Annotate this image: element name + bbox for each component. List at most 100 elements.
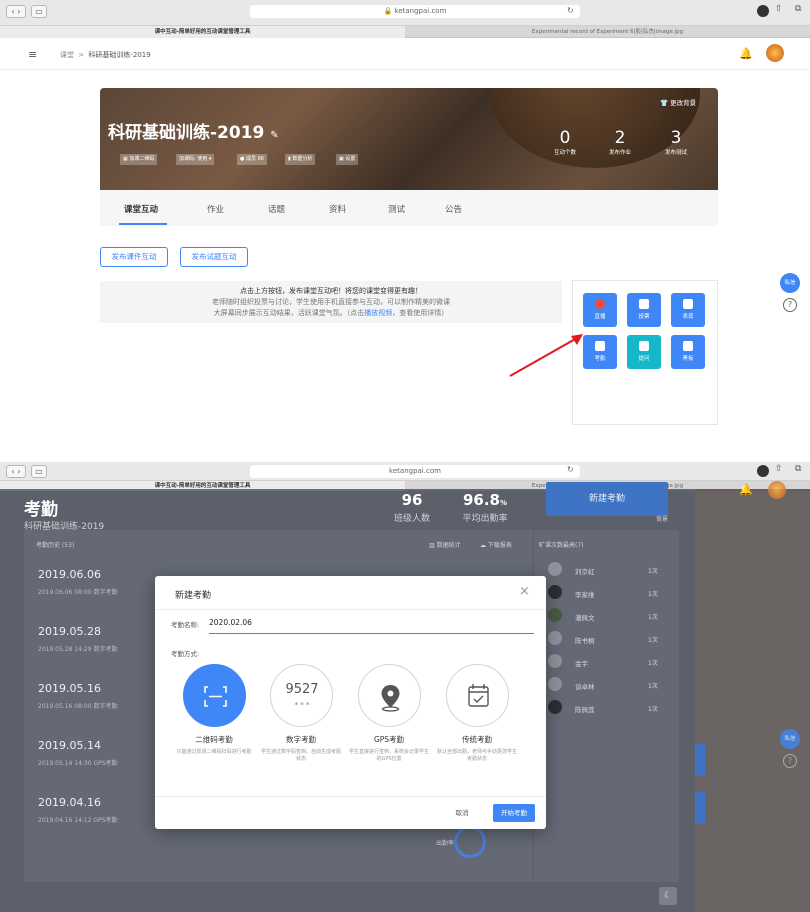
tool-blackboard[interactable]: 黑板 — [671, 335, 705, 369]
share-icon-2[interactable]: ⇧ — [775, 464, 783, 474]
dialog-title: 新建考勤 — [175, 591, 212, 601]
menu-icon[interactable]: ≡ — [28, 48, 37, 61]
tabs-icon[interactable]: ⧉ — [795, 4, 801, 14]
obscured-tile — [695, 744, 705, 776]
moon-icon[interactable]: ☾ — [659, 887, 677, 905]
tab-ketangpai[interactable]: 课中互动-简单好用的互动课堂管理工具 — [0, 26, 405, 38]
tab-topics[interactable]: 话题 — [268, 203, 285, 215]
course-tabs: 课堂互动 作业 话题 资料 测试 公告 — [100, 190, 718, 226]
avatar — [548, 608, 562, 622]
publish-question-button[interactable]: 发布试题互动 — [180, 247, 248, 267]
new-attendance-dialog: 新建考勤 × 考勤名称: 2020.02.06 考勤方式: 二维码考勤 只能通过… — [155, 576, 546, 829]
tool-live[interactable]: 直播 — [583, 293, 617, 327]
qr-code-button[interactable]: ▦ 加课二维码 — [120, 154, 158, 165]
extension-icon[interactable] — [757, 5, 769, 17]
history-item[interactable]: 2019.06.06 2019.06.06 08:00 数字考勤 — [38, 568, 158, 596]
performance-icon — [683, 299, 693, 309]
cloud-download-icon: ☁ — [480, 542, 486, 549]
sidebar-toggle-icon-2[interactable]: ▭ — [31, 465, 47, 478]
sidebar-toggle-icon[interactable]: ▭ — [31, 5, 47, 18]
tab-notice[interactable]: 公告 — [445, 203, 462, 215]
play-video-link[interactable]: 播放视频 — [364, 309, 392, 317]
dialog-divider — [155, 609, 546, 610]
breadcrumb-root[interactable]: 课堂 — [60, 51, 74, 59]
avatar — [548, 631, 562, 645]
footer-divider — [155, 796, 546, 797]
input-underline — [209, 633, 534, 634]
tabs-icon-2[interactable]: ⧉ — [795, 464, 801, 474]
attendance-title: 考勤 — [24, 500, 58, 520]
change-background-button[interactable]: 👕 更改背景 — [660, 97, 696, 107]
browser-tabs: 课中互动-简单好用的互动课堂管理工具 Experimental record o… — [0, 26, 810, 38]
avatar[interactable] — [766, 44, 784, 62]
location-pin-icon — [381, 685, 399, 712]
live-icon — [595, 299, 605, 309]
history-item[interactable]: 2019.05.14 2019.05.14 14:30 GPS考勤 — [38, 739, 158, 767]
class-code-dropdown[interactable]: 加课码: 使用 ▾ — [176, 154, 215, 165]
new-attendance-button[interactable]: 新建考勤 — [546, 482, 668, 516]
message-button[interactable]: 私信 — [780, 273, 800, 293]
blackboard-icon — [683, 341, 693, 351]
download-report-link[interactable]: ☁ 下载报表 — [480, 540, 512, 549]
avatar — [548, 654, 562, 668]
lock-icon: 🔒 — [383, 7, 393, 15]
tab-interaction[interactable]: 课堂互动 — [124, 203, 158, 215]
edit-icon[interactable]: ✎ — [270, 130, 278, 141]
tool-question[interactable]: 提问 — [627, 335, 661, 369]
start-attendance-button[interactable]: 开始考勤 — [493, 804, 535, 822]
annotation-arrow — [509, 334, 583, 377]
share-icon[interactable]: ⇧ — [775, 4, 783, 14]
data-stats-link[interactable]: ▥ 数据统计 — [429, 540, 461, 549]
tool-performance[interactable]: 表现 — [671, 293, 705, 327]
calendar-icon — [595, 341, 605, 351]
back-forward-buttons-2[interactable]: ‹ › — [6, 465, 26, 478]
rate-label: 出勤率 — [436, 840, 455, 847]
gear-icon: ▣ — [339, 156, 344, 162]
avatar — [548, 700, 562, 714]
reload-icon[interactable]: ↻ — [567, 6, 574, 15]
settings-button[interactable]: ▣ 设置 — [336, 154, 359, 165]
reload-icon-2[interactable]: ↻ — [567, 465, 574, 474]
close-icon[interactable]: × — [519, 584, 530, 599]
back-forward-buttons[interactable]: ‹ › — [6, 5, 26, 18]
chevron-down-icon: ▾ — [208, 156, 212, 162]
bell-icon[interactable]: 🔔 — [739, 47, 753, 60]
tab-homework[interactable]: 作业 — [207, 203, 224, 215]
method-digit[interactable]: 9527 * * * 数字考勤 学生通过数字码签到，自动生成考勤状态 — [261, 664, 341, 763]
avatar — [548, 585, 562, 599]
avatar — [548, 677, 562, 691]
background-label: 背景 — [656, 516, 669, 523]
tool-attendance[interactable]: 考勤 — [583, 335, 617, 369]
message-button-2: 私信 — [780, 729, 800, 749]
data-analysis-button[interactable]: ▮ 数据分析 — [285, 154, 316, 165]
publish-courseware-button[interactable]: 发布课件互动 — [100, 247, 168, 267]
address-bar[interactable]: 🔒 ketangpai.com — [250, 5, 580, 18]
cancel-button[interactable]: 取消 — [446, 804, 478, 822]
scan-icon — [203, 686, 227, 707]
tab-tests[interactable]: 测试 — [388, 203, 405, 215]
method-gps[interactable]: GPS考勤 学生直接进行签到，系统会记录学生的GPS位置 — [349, 664, 429, 763]
members-button[interactable]: ● 成员 96 — [237, 154, 267, 165]
help-icon[interactable]: ? — [783, 298, 797, 312]
stat-tests: 3 发布测试 — [664, 128, 687, 156]
course-banner: 👕 更改背景 科研基础训练-2019 ✎ ▦ 加课二维码 加课码: 使用 ▾ ●… — [100, 88, 718, 190]
obscured-tile — [695, 792, 705, 824]
method-traditional[interactable]: 传统考勤 默认全部出勤，老师可手动更改学生考勤状态 — [437, 664, 517, 763]
history-item[interactable]: 2019.04.16 2019.04.16 14:12 GPS考勤 — [38, 796, 158, 824]
tab-materials[interactable]: 资料 — [329, 203, 346, 215]
qr-icon: ▦ — [123, 156, 128, 162]
tab-experimental-record[interactable]: Experimental record of Experiment 6|影|弘杰… — [405, 26, 810, 38]
course-title: 科研基础训练-2019 ✎ — [108, 123, 279, 143]
browser-toolbar-2: ‹ › ▭ ketangpai.com ↻ ⇧ ⧉ — [0, 462, 810, 481]
empty-state-tip: 点击上方按钮，发布课堂互动吧！将您的课堂变得更有趣！ 老师随时组织投票与讨论，学… — [100, 281, 562, 323]
tool-vote[interactable]: 投票 — [627, 293, 661, 327]
avatar-2 — [768, 481, 786, 499]
history-item[interactable]: 2019.05.28 2019.05.28 14:29 数字考勤 — [38, 625, 158, 653]
history-item[interactable]: 2019.05.16 2019.05.16 08:00 数字考勤 — [38, 682, 158, 710]
extension-icon-2[interactable] — [757, 465, 769, 477]
bell-icon-2: 🔔 — [739, 483, 753, 496]
attendance-name-input[interactable]: 2020.02.06 — [209, 618, 252, 627]
address-bar-2[interactable]: ketangpai.com — [250, 465, 580, 478]
interaction-tools-panel: 直播 投票 表现 考勤 提问 黑板 — [572, 280, 718, 425]
method-qr-code[interactable]: 二维码考勤 只能通过现场二维码扫码进行考勤 — [174, 664, 254, 756]
